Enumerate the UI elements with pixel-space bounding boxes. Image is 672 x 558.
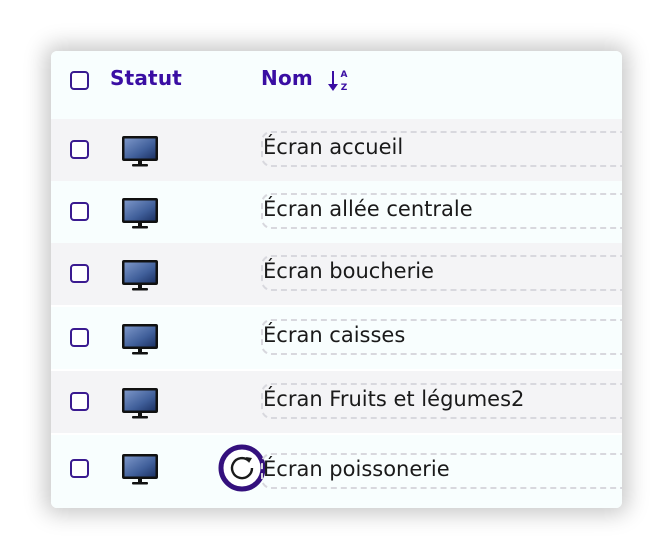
table-row[interactable]: Écran accueil — [51, 119, 622, 181]
loading-spinner-icon — [218, 444, 266, 492]
table-header: Statut Nom A Z — [51, 51, 622, 119]
column-header-statut[interactable]: Statut — [110, 66, 182, 90]
monitor-icon — [122, 198, 158, 229]
column-header-nom[interactable]: Nom — [261, 66, 313, 90]
table-row[interactable]: Écran boucherie — [51, 243, 622, 305]
monitor-icon — [122, 260, 158, 291]
row-checkbox[interactable] — [70, 264, 89, 283]
svg-text:Z: Z — [341, 83, 348, 93]
screen-name: Écran poissonerie — [263, 457, 450, 481]
row-checkbox[interactable] — [70, 328, 89, 347]
screens-table: Statut Nom A Z Écran accueil Écran allée… — [51, 51, 622, 508]
table-row[interactable]: Écran allée centrale — [51, 181, 622, 243]
monitor-icon — [122, 136, 158, 167]
row-checkbox[interactable] — [70, 140, 89, 159]
monitor-icon — [122, 388, 158, 419]
monitor-icon — [122, 454, 158, 485]
sort-alpha-down-icon[interactable]: A Z — [327, 68, 351, 94]
row-checkbox[interactable] — [70, 202, 89, 221]
row-checkbox[interactable] — [70, 392, 89, 411]
screen-name: Écran boucherie — [263, 259, 434, 283]
screen-name: Écran allée centrale — [263, 197, 473, 221]
select-all-checkbox[interactable] — [70, 71, 89, 90]
table-row[interactable]: Écran caisses — [51, 307, 622, 369]
monitor-icon — [122, 324, 158, 355]
screen-name: Écran accueil — [263, 135, 404, 159]
svg-text:A: A — [341, 70, 348, 80]
row-checkbox[interactable] — [70, 459, 89, 478]
screen-name: Écran caisses — [263, 323, 406, 347]
table-row[interactable]: Écran poissonerie — [51, 435, 622, 508]
screen-name: Écran Fruits et légumes2 — [263, 387, 525, 411]
table-row[interactable]: Écran Fruits et légumes2 — [51, 371, 622, 433]
